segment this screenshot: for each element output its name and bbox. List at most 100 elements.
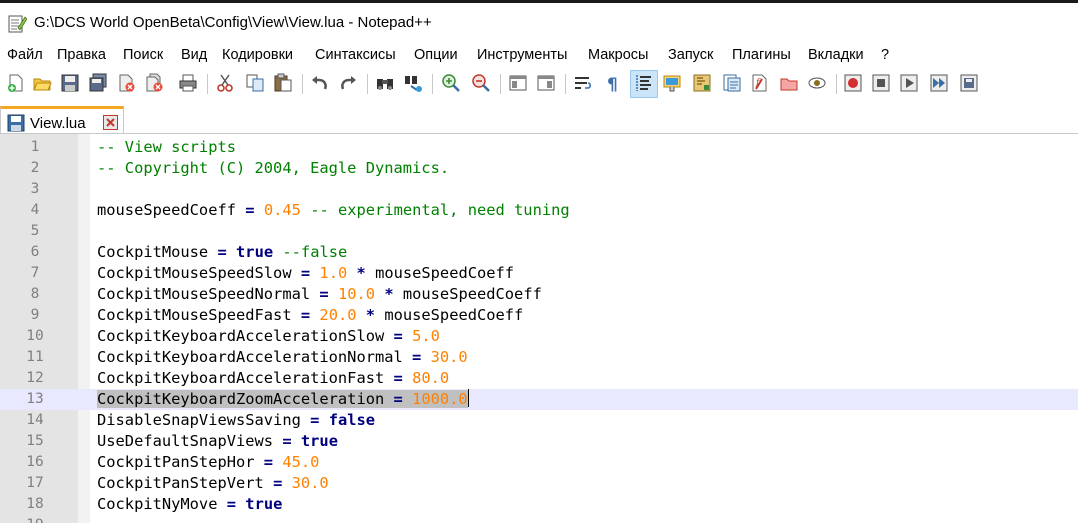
code-line[interactable]: 14 DisableSnapViewsSaving = false (0, 410, 1078, 431)
code-tokens: mouseSpeedCoeff = 0.45 -- experimental, … (97, 201, 570, 219)
replace-icon[interactable] (403, 73, 423, 93)
menu-help[interactable]: ? (881, 47, 889, 63)
close-all-icon[interactable] (144, 73, 164, 93)
code-line[interactable]: 18 CockpitNyMove = true (0, 494, 1078, 515)
code-line[interactable]: 17 CockpitPanStepVert = 30.0 (0, 473, 1078, 494)
code-line[interactable]: 8 CockpitMouseSpeedNormal = 10.0 * mouseS… (0, 284, 1078, 305)
copy-icon[interactable] (245, 73, 265, 93)
code-line[interactable]: 11 CockpitKeyboardAccelerationNormal = 30… (0, 347, 1078, 368)
menu-macro[interactable]: Макросы (588, 47, 648, 63)
menu-edit[interactable]: Правка (57, 47, 106, 63)
folder-as-workspace-icon[interactable]: f (750, 73, 770, 93)
zoom-out-icon[interactable] (471, 73, 491, 93)
code-line[interactable]: 2 -- Copyright (C) 2004, Eagle Dynamics. (0, 158, 1078, 179)
code-line[interactable]: 15 UseDefaultSnapViews = true (0, 431, 1078, 452)
undo-icon[interactable] (310, 73, 330, 93)
code-text: CockpitKeyboardAccelerationFast = 80.0 (97, 368, 449, 389)
tab-view-lua[interactable]: View.lua (0, 106, 124, 135)
code-line[interactable]: 12 CockpitKeyboardAccelerationFast = 80.0 (0, 368, 1078, 389)
code-token: = (273, 474, 283, 492)
print-icon[interactable] (178, 73, 198, 93)
stop-recording-icon[interactable] (871, 73, 891, 93)
code-text: -- View scripts (97, 137, 236, 158)
toolbar-separator (432, 74, 433, 94)
code-token: DisableSnapViewsSaving (97, 411, 311, 429)
code-line[interactable]: 13 CockpitKeyboardZoomAcceleration = 1000… (0, 389, 1078, 410)
code-token: mouseSpeedCoeff (393, 285, 542, 303)
code-token: 30.0 (430, 348, 468, 366)
save-macro-icon[interactable] (959, 73, 979, 93)
user-defined-language-icon[interactable] (662, 73, 682, 93)
save-all-icon[interactable] (88, 73, 108, 93)
sync-horizontal-icon[interactable] (536, 73, 556, 93)
open-file-icon[interactable] (32, 73, 52, 93)
code-token: = (393, 327, 403, 345)
code-line[interactable]: 10 CockpitKeyboardAccelerationSlow = 5.0 (0, 326, 1078, 347)
close-icon[interactable] (116, 73, 136, 93)
menu-search[interactable]: Поиск (123, 47, 163, 63)
code-token: * (365, 306, 376, 324)
code-token: CockpitKeyboardAccelerationNormal (97, 348, 413, 366)
indent-guide-icon[interactable] (634, 73, 654, 93)
code-text: -- Copyright (C) 2004, Eagle Dynamics. (97, 158, 449, 179)
menu-settings[interactable]: Опции (414, 47, 458, 63)
redo-icon[interactable] (338, 73, 358, 93)
menu-window[interactable]: Вкладки (808, 47, 864, 63)
zoom-in-icon[interactable] (441, 73, 461, 93)
show-all-characters-icon[interactable]: ¶ (603, 73, 623, 93)
code-line[interactable]: 1 -- View scripts (0, 137, 1078, 158)
paste-icon[interactable] (273, 73, 293, 93)
function-list-icon[interactable] (722, 73, 742, 93)
code-line[interactable]: 6 CockpitMouse = true --false (0, 242, 1078, 263)
code-line[interactable]: 16 CockpitPanStepHor = 45.0 (0, 452, 1078, 473)
code-editor[interactable]: 1 -- View scripts 2 -- Copyright (C) 2004, … (0, 134, 1078, 523)
code-line[interactable]: 7 CockpitMouseSpeedSlow = 1.0 * mouseSpee… (0, 263, 1078, 284)
code-line[interactable]: 19 (0, 515, 1078, 523)
code-line[interactable]: 5 (0, 221, 1078, 242)
document-list-icon[interactable] (779, 73, 799, 93)
code-line[interactable]: 9 CockpitMouseSpeedFast = 20.0 * mouseSpe… (0, 305, 1078, 326)
document-map-icon[interactable] (692, 73, 712, 93)
code-tokens: CockpitMouseSpeedFast = 20.0 * mouseSpee… (97, 306, 523, 324)
code-token: = (245, 201, 255, 219)
run-macro-multiple-icon[interactable] (929, 73, 949, 93)
code-line[interactable]: 3 (0, 179, 1078, 200)
menu-run[interactable]: Запуск (668, 47, 713, 63)
code-token: 10.0 (337, 285, 376, 303)
code-tokens: CockpitKeyboardAccelerationFast = 80.0 (97, 369, 449, 387)
code-text: UseDefaultSnapViews = true (97, 431, 338, 452)
saved-file-icon (6, 113, 26, 133)
code-token: CockpitMouseSpeedNormal (97, 285, 320, 303)
record-macro-icon[interactable] (843, 73, 863, 93)
find-icon[interactable] (375, 73, 395, 93)
tab-close-icon[interactable] (103, 115, 118, 130)
sync-vertical-icon[interactable] (508, 73, 528, 93)
menu-view[interactable]: Вид (181, 47, 207, 63)
menu-file[interactable]: Файл (7, 47, 43, 63)
code-line[interactable]: 4 mouseSpeedCoeff = 0.45 -- experimental,… (0, 200, 1078, 221)
code-tokens: CockpitMouse = true --false (97, 243, 347, 261)
monitoring-icon[interactable] (807, 73, 827, 93)
new-file-icon[interactable] (6, 73, 26, 93)
code-token: mouseSpeedCoeff (365, 264, 515, 282)
menu-language[interactable]: Синтаксисы (315, 47, 396, 63)
cut-icon[interactable] (215, 73, 235, 93)
code-token: = (217, 243, 227, 261)
code-text: CockpitNyMove = true (97, 494, 282, 515)
menu-tools[interactable]: Инструменты (477, 47, 567, 63)
code-tokens: DisableSnapViewsSaving = false (97, 411, 375, 429)
save-icon[interactable] (60, 73, 80, 93)
line-number: 12 (26, 370, 44, 386)
line-number: 19 (0, 515, 70, 523)
playback-macro-icon[interactable] (899, 73, 919, 93)
word-wrap-icon[interactable] (573, 73, 593, 93)
menu-plugins[interactable]: Плагины (732, 47, 791, 63)
tab-bar: View.lua (0, 102, 1078, 135)
code-token: = (300, 306, 311, 324)
menu-encoding[interactable]: Кодировки (222, 47, 293, 63)
